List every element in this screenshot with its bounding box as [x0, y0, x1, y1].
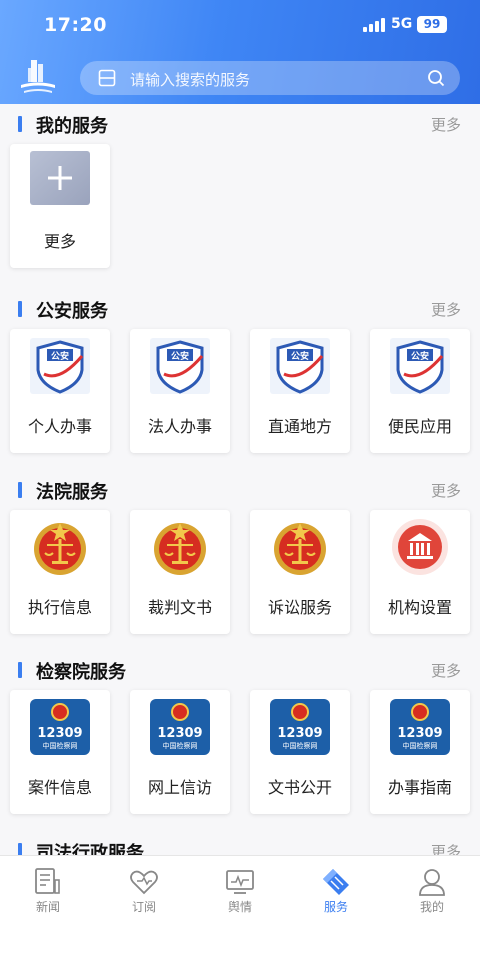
section-title: 法院服务	[36, 482, 108, 503]
procuratorate-number: 12309	[157, 726, 202, 741]
search-icon[interactable]	[427, 69, 445, 87]
service-label: 便民应用	[387, 417, 452, 436]
section-title: 司法行政服务	[36, 843, 144, 855]
news-icon	[35, 868, 60, 894]
section-procuratorate-services: 检察院服务 更多	[0, 654, 480, 684]
service-label: 机构设置	[387, 598, 452, 617]
services-content[interactable]: 我的服务 更多 更多 公安服务 更多 公安 个人办事 公安 法人办事 公安 直通…	[0, 104, 480, 855]
procuratorate-number: 12309	[37, 726, 82, 741]
service-card-direct-local[interactable]: 公安 直通地方	[250, 329, 350, 453]
bottom-tab-bar: 新闻 订阅 舆情 服务 我的	[0, 855, 480, 953]
institution-building-icon	[392, 519, 448, 575]
police-shield-icon: 公安	[150, 338, 210, 394]
service-label: 网上信访	[147, 778, 212, 797]
procuratorate-12309-icon: 12309 中国检察网	[150, 699, 210, 755]
police-shield-icon: 公安	[390, 338, 450, 394]
more-link[interactable]: 更多	[431, 480, 461, 501]
service-card-convenience-apps[interactable]: 公安 便民应用	[370, 329, 470, 453]
procuratorate-12309-icon: 12309 中国检察网	[270, 699, 330, 755]
service-card-more[interactable]: 更多	[10, 144, 110, 268]
service-label: 案件信息	[27, 778, 92, 797]
service-label: 个人办事	[27, 417, 92, 436]
more-link[interactable]: 更多	[431, 841, 461, 855]
monitor-icon	[226, 870, 254, 894]
section-title: 公安服务	[36, 301, 108, 322]
more-link[interactable]: 更多	[431, 114, 461, 135]
service-label: 执行信息	[27, 598, 92, 617]
section-judicial-admin-services: 司法行政服务 更多	[0, 835, 480, 855]
tab-news[interactable]: 新闻	[0, 856, 96, 926]
court-emblem-icon	[34, 523, 86, 575]
heart-icon	[130, 870, 158, 895]
tab-label: 订阅	[131, 900, 156, 914]
search-bar[interactable]: 请输入搜索的服务	[80, 61, 460, 95]
section-police-services: 公安服务 更多	[0, 293, 480, 323]
status-time: 17:20	[44, 14, 107, 36]
search-input[interactable]: 请输入搜索的服务	[130, 69, 250, 90]
service-card-legal-entity-affairs[interactable]: 公安 法人办事	[130, 329, 230, 453]
police-shield-icon: 公安	[270, 338, 330, 394]
header: 17:20 5G 99 请输入搜索的服务	[0, 0, 480, 104]
procuratorate-text: 中国检察网	[163, 741, 198, 750]
service-label: 法人办事	[147, 417, 212, 436]
section-court-services: 法院服务 更多	[0, 474, 480, 504]
battery-icon: 99	[417, 16, 447, 33]
service-label: 文书公开	[267, 778, 332, 797]
service-card-judgment-docs[interactable]: 裁判文书	[130, 510, 230, 634]
procuratorate-number: 12309	[397, 726, 442, 741]
police-badge-text: 公安	[411, 350, 429, 362]
service-icon	[323, 869, 349, 895]
service-label: 裁判文书	[147, 598, 212, 617]
police-badge-text: 公安	[291, 350, 309, 362]
network-type: 5G	[391, 16, 413, 32]
section-bar	[18, 843, 22, 855]
service-card-personal-affairs[interactable]: 公安 个人办事	[10, 329, 110, 453]
procuratorate-12309-icon: 12309 中国检察网	[390, 699, 450, 755]
scan-icon[interactable]	[98, 69, 116, 87]
service-card-institution-setup[interactable]: 机构设置	[370, 510, 470, 634]
tab-label: 舆情	[227, 900, 252, 914]
court-emblem-icon	[154, 523, 206, 575]
police-badge-text: 公安	[51, 350, 69, 362]
service-card-case-info[interactable]: 12309 中国检察网 案件信息	[10, 690, 110, 814]
more-link[interactable]: 更多	[431, 299, 461, 320]
tab-subscribe[interactable]: 订阅	[96, 856, 192, 926]
service-card-service-guide[interactable]: 12309 中国检察网 办事指南	[370, 690, 470, 814]
procuratorate-12309-icon: 12309 中国检察网	[30, 699, 90, 755]
section-bar	[18, 662, 22, 678]
section-bar	[18, 482, 22, 498]
section-my-services: 我的服务 更多	[0, 108, 480, 138]
tab-label: 我的	[419, 900, 444, 914]
procuratorate-text: 中国检察网	[283, 741, 318, 750]
add-icon	[30, 151, 90, 205]
section-title: 检察院服务	[36, 662, 126, 683]
service-label: 直通地方	[267, 417, 332, 436]
police-badge-text: 公安	[171, 350, 189, 362]
service-label: 更多	[43, 232, 76, 251]
service-card-litigation-service[interactable]: 诉讼服务	[250, 510, 350, 634]
service-card-execution-info[interactable]: 执行信息	[10, 510, 110, 634]
profile-icon	[419, 869, 445, 896]
procuratorate-text: 中国检察网	[43, 741, 78, 750]
tab-label: 新闻	[35, 900, 60, 914]
service-card-online-petition[interactable]: 12309 中国检察网 网上信访	[130, 690, 230, 814]
more-link[interactable]: 更多	[431, 660, 461, 681]
section-title: 我的服务	[36, 116, 108, 137]
status-bar: 17:20 5G 99	[0, 0, 480, 50]
police-shield-icon: 公安	[30, 338, 90, 394]
signal-icon	[363, 18, 385, 32]
service-card-document-public[interactable]: 12309 中国检察网 文书公开	[250, 690, 350, 814]
section-bar	[18, 301, 22, 317]
app-logo-icon[interactable]	[18, 58, 58, 96]
court-emblem-icon	[274, 523, 326, 575]
section-bar	[18, 116, 22, 132]
service-label: 诉讼服务	[267, 598, 332, 617]
tab-profile[interactable]: 我的	[384, 856, 480, 926]
procuratorate-number: 12309	[277, 726, 322, 741]
procuratorate-text: 中国检察网	[403, 741, 438, 750]
tab-public-opinion[interactable]: 舆情	[192, 856, 288, 926]
tab-label: 服务	[323, 900, 348, 914]
service-label: 办事指南	[387, 778, 452, 797]
tab-service[interactable]: 服务	[288, 856, 384, 926]
